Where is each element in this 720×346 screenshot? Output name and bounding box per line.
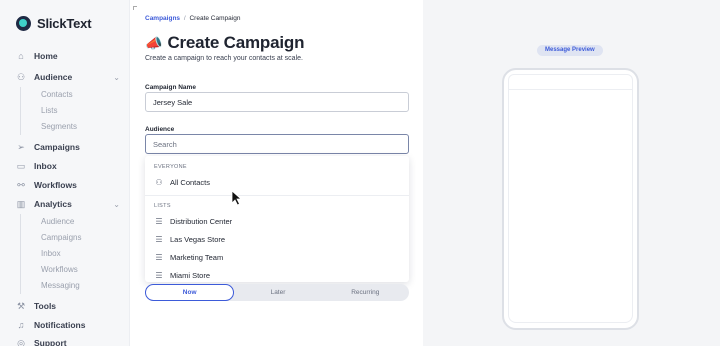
audience-submenu: Contacts Lists Segments xyxy=(20,87,77,135)
dropdown-item-label: Miami Store xyxy=(170,270,211,280)
message-preview-badge: Message Preview xyxy=(537,45,603,56)
sub-item-audience[interactable]: Audience xyxy=(21,214,81,230)
sub-item-campaigns[interactable]: Campaigns xyxy=(21,230,81,246)
nav-analytics[interactable]: ▥ Analytics ⌄ xyxy=(16,199,120,209)
dropdown-item-label: Distribution Center xyxy=(170,216,233,226)
home-icon: ⌂ xyxy=(18,51,24,61)
message-preview-panel: Message Preview xyxy=(423,0,720,346)
nav-audience-label: Audience xyxy=(34,72,73,82)
nav-workflows-label: Workflows xyxy=(34,180,77,190)
create-campaign-panel: Campaigns / Create Campaign 📣 Create Cam… xyxy=(130,0,423,346)
page-title: 📣 Create Campaign xyxy=(145,33,304,53)
users-icon: ⚇ xyxy=(16,72,26,82)
dropdown-group-everyone: EVERYONE xyxy=(154,164,187,170)
schedule-tab-later[interactable]: Later xyxy=(234,284,321,301)
dropdown-item-all-contacts[interactable]: ⚇ All Contacts xyxy=(145,173,409,191)
page-subtitle: Create a campaign to reach your contacts… xyxy=(145,55,303,62)
nav-campaigns[interactable]: ➢ Campaigns xyxy=(16,142,120,152)
dropdown-divider xyxy=(145,195,409,196)
list-icon: ☰ xyxy=(155,252,163,262)
nav-analytics-label: Analytics xyxy=(34,199,72,209)
audience-dropdown: EVERYONE ⚇ All Contacts LISTS ☰ Distribu… xyxy=(145,156,409,282)
chat-icon: ▭ xyxy=(16,161,26,171)
chevron-down-icon[interactable]: ⌄ xyxy=(113,73,120,82)
nav-inbox-label: Inbox xyxy=(34,161,57,171)
dropdown-item-list[interactable]: ☰ Las Vegas Store xyxy=(145,230,409,248)
wrench-icon: ⚒ xyxy=(16,301,26,311)
breadcrumb-campaigns-link[interactable]: Campaigns xyxy=(145,15,180,22)
sub-item-lists[interactable]: Lists xyxy=(21,103,77,119)
list-icon: ☰ xyxy=(155,270,163,280)
users-icon: ⚇ xyxy=(155,177,163,187)
workflow-icon: ⚯ xyxy=(17,180,25,190)
send-icon: ➢ xyxy=(17,142,25,152)
dropdown-item-list[interactable]: ☰ Distribution Center xyxy=(145,212,409,230)
sidebar: SlickText ⌂ Home ⚇ Audience ⌄ Contacts L… xyxy=(0,0,130,346)
nav-support-label: Support xyxy=(34,338,67,346)
sub-item-inbox[interactable]: Inbox xyxy=(21,246,81,262)
phone-mockup xyxy=(502,68,639,330)
nav-audience[interactable]: ⚇ Audience ⌄ xyxy=(16,72,120,82)
bell-icon: ♫ xyxy=(17,320,25,330)
nav-home[interactable]: ⌂ Home xyxy=(16,51,120,61)
slicktext-logo-icon xyxy=(16,16,31,31)
sub-item-segments[interactable]: Segments xyxy=(21,119,77,135)
audience-label: Audience xyxy=(145,126,175,133)
chevron-down-icon[interactable]: ⌄ xyxy=(113,200,120,209)
nav-notifications[interactable]: ♫ Notifications xyxy=(16,320,120,330)
nav-tools[interactable]: ⚒ Tools xyxy=(16,301,120,311)
nav-notifications-label: Notifications xyxy=(34,320,86,330)
phone-header xyxy=(508,74,633,90)
help-icon: ◎ xyxy=(17,338,25,346)
list-icon: ☰ xyxy=(155,234,163,244)
dropdown-group-lists: LISTS xyxy=(154,203,171,209)
campaign-name-label: Campaign Name xyxy=(145,84,196,91)
nav-support[interactable]: ◎ Support xyxy=(16,338,120,346)
audience-search-input[interactable] xyxy=(145,134,409,154)
dropdown-item-list[interactable]: ☰ Marketing Team xyxy=(145,248,409,266)
sub-item-messaging[interactable]: Messaging xyxy=(21,278,81,294)
nav-inbox[interactable]: ▭ Inbox xyxy=(16,161,120,171)
sub-item-workflows[interactable]: Workflows xyxy=(21,262,81,278)
analytics-icon: ▥ xyxy=(16,199,26,209)
nav-campaigns-label: Campaigns xyxy=(34,142,80,152)
dropdown-item-label: All Contacts xyxy=(170,177,211,187)
schedule-tab-recurring[interactable]: Recurring xyxy=(322,284,409,301)
breadcrumb-separator: / xyxy=(183,15,186,22)
megaphone-icon: 📣 xyxy=(145,34,163,51)
campaign-name-input[interactable] xyxy=(145,92,409,112)
schedule-tab-now[interactable]: Now xyxy=(145,284,235,301)
analytics-submenu: Audience Campaigns Inbox Workflows Messa… xyxy=(20,214,81,294)
sub-item-contacts[interactable]: Contacts xyxy=(21,87,77,103)
schedule-segmented-control: Now Later Recurring xyxy=(145,284,409,301)
nav-tools-label: Tools xyxy=(34,301,57,311)
list-icon: ☰ xyxy=(155,216,163,226)
dropdown-item-list[interactable]: ☰ Miami Store xyxy=(145,266,409,282)
breadcrumb-current: Create Campaign xyxy=(189,15,241,22)
nav-home-label: Home xyxy=(34,51,58,61)
dropdown-item-label: Marketing Team xyxy=(170,252,224,262)
brand-logo[interactable]: SlickText xyxy=(16,16,92,31)
brand-name: SlickText xyxy=(37,16,92,31)
corner-mark xyxy=(133,6,137,10)
dropdown-item-label: Las Vegas Store xyxy=(170,234,226,244)
nav-workflows[interactable]: ⚯ Workflows xyxy=(16,180,120,190)
page-title-text: Create Campaign xyxy=(167,33,305,52)
phone-screen xyxy=(508,90,633,323)
mouse-pointer-icon xyxy=(231,190,243,206)
breadcrumb: Campaigns / Create Campaign xyxy=(145,15,240,22)
